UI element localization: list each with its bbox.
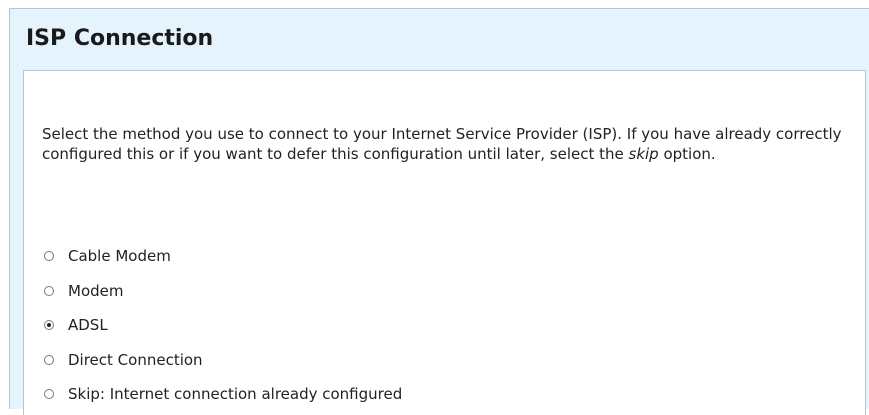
option-label[interactable]: Direct Connection [68, 351, 203, 369]
page-title: ISP Connection [26, 26, 214, 51]
radio-direct-connection[interactable] [44, 354, 54, 365]
option-adsl[interactable]: ADSL [44, 308, 402, 343]
content-area: Select the method you use to connect to … [23, 70, 866, 415]
radio-modem[interactable] [44, 285, 54, 296]
option-label[interactable]: ADSL [68, 316, 108, 334]
intro-text: Select the method you use to connect to … [42, 125, 842, 164]
option-direct-connection[interactable]: Direct Connection [44, 343, 402, 378]
isp-connection-panel: ISP Connection Select the method you use… [9, 8, 869, 415]
option-modem[interactable]: Modem [44, 274, 402, 309]
radio-cable-modem[interactable] [44, 251, 54, 262]
radio-adsl[interactable] [44, 320, 54, 331]
intro-text-before: Select the method you use to connect to … [42, 125, 842, 163]
option-label[interactable]: Skip: Internet connection already config… [68, 385, 402, 403]
intro-text-emphasis: skip [628, 144, 659, 163]
option-label[interactable]: Modem [68, 282, 123, 300]
intro-text-after: option. [658, 144, 716, 163]
option-skip[interactable]: Skip: Internet connection already config… [44, 377, 402, 412]
radio-skip[interactable] [44, 389, 54, 400]
option-label[interactable]: Cable Modem [68, 247, 171, 265]
option-cable-modem[interactable]: Cable Modem [44, 239, 402, 274]
connection-method-options: Cable Modem Modem ADSL Direct Connection… [44, 239, 402, 412]
